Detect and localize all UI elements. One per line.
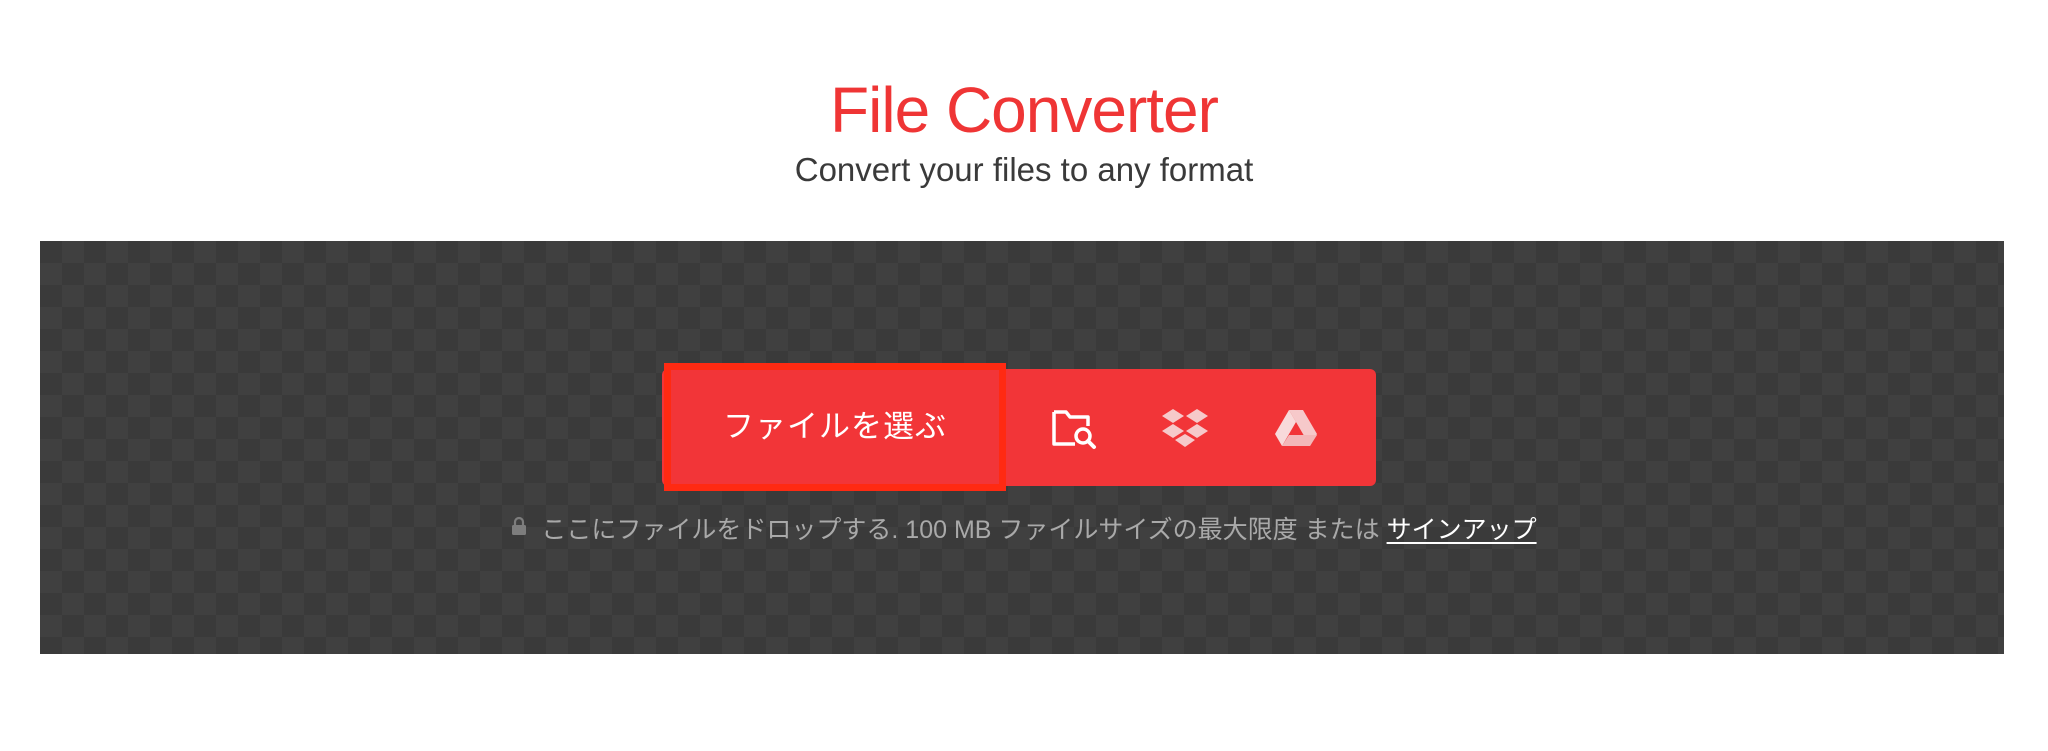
dropbox-icon	[1162, 408, 1208, 447]
from-device-button[interactable]	[1024, 369, 1124, 486]
choose-file-button[interactable]: ファイルを選ぶ	[664, 363, 1006, 491]
page: File Converter Convert your files to any…	[0, 0, 2048, 751]
signup-link[interactable]: サインアップ	[1387, 516, 1537, 544]
folder-search-icon	[1052, 409, 1096, 449]
dropzone-hint: ここにファイルをドロップする. 100 MB ファイルサイズの最大限度 または …	[0, 510, 2048, 551]
lock-icon	[511, 508, 527, 548]
google-drive-button[interactable]	[1246, 369, 1346, 486]
dropzone-hint-text: ここにファイルをドロップする. 100 MB ファイルサイズの最大限度 または	[541, 516, 1380, 544]
google-drive-icon	[1275, 409, 1317, 446]
page-title: File Converter	[830, 74, 1219, 146]
page-subtitle: Convert your files to any format	[794, 151, 1254, 188]
dropbox-button[interactable]	[1135, 369, 1235, 486]
